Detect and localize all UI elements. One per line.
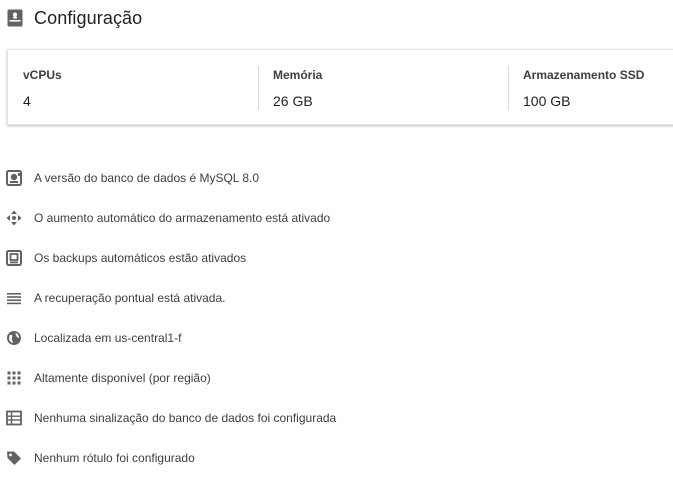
database-version-icon	[6, 170, 22, 186]
feature-text: A versão do banco de dados é MySQL 8.0	[34, 171, 260, 185]
feature-text: O aumento automático do armazenamento es…	[34, 211, 331, 225]
feature-text: Altamente disponível (por região)	[34, 371, 211, 385]
globe-icon	[6, 330, 22, 346]
list-item: Os backups automáticos estão ativados	[0, 239, 673, 279]
list-item: Altamente disponível (por região)	[0, 359, 673, 399]
config-summary-card: vCPUs 4 Memória 26 GB Armazenamento SSD …	[7, 49, 673, 125]
grid-icon	[6, 370, 22, 386]
list-item: A recuperação pontual está ativada.	[0, 279, 673, 319]
server-icon	[6, 8, 24, 28]
stat-value: 4	[23, 93, 31, 109]
configuration-header: Configuração	[6, 6, 142, 30]
list-item: A versão do banco de dados é MySQL 8.0	[0, 159, 673, 199]
stat-value: 100 GB	[523, 93, 571, 109]
label-tag-icon	[6, 450, 22, 466]
point-in-time-recovery-icon	[6, 290, 22, 306]
feature-text: Os backups automáticos estão ativados	[34, 251, 247, 265]
auto-storage-increase-icon	[6, 210, 22, 226]
list-item: Nenhum rótulo foi configurado	[0, 439, 673, 479]
feature-text: Localizada em us-central1-f	[34, 331, 182, 345]
backup-icon	[6, 250, 22, 266]
page-title: Configuração	[34, 7, 143, 28]
flags-list-icon	[6, 410, 22, 426]
feature-text: A recuperação pontual está ativada.	[34, 291, 226, 305]
stat-label: Memória	[273, 68, 323, 82]
list-item: Nenhuma sinalização do banco de dados fo…	[0, 399, 673, 439]
divider	[258, 66, 259, 110]
divider	[508, 66, 509, 110]
list-item: Localizada em us-central1-f	[0, 319, 673, 359]
feature-text: Nenhum rótulo foi configurado	[34, 451, 195, 465]
list-item: O aumento automático do armazenamento es…	[0, 199, 673, 239]
feature-text: Nenhuma sinalização do banco de dados fo…	[34, 411, 337, 425]
stat-label: vCPUs	[23, 68, 62, 82]
stat-label: Armazenamento SSD	[523, 68, 645, 82]
stat-value: 26 GB	[273, 93, 313, 109]
